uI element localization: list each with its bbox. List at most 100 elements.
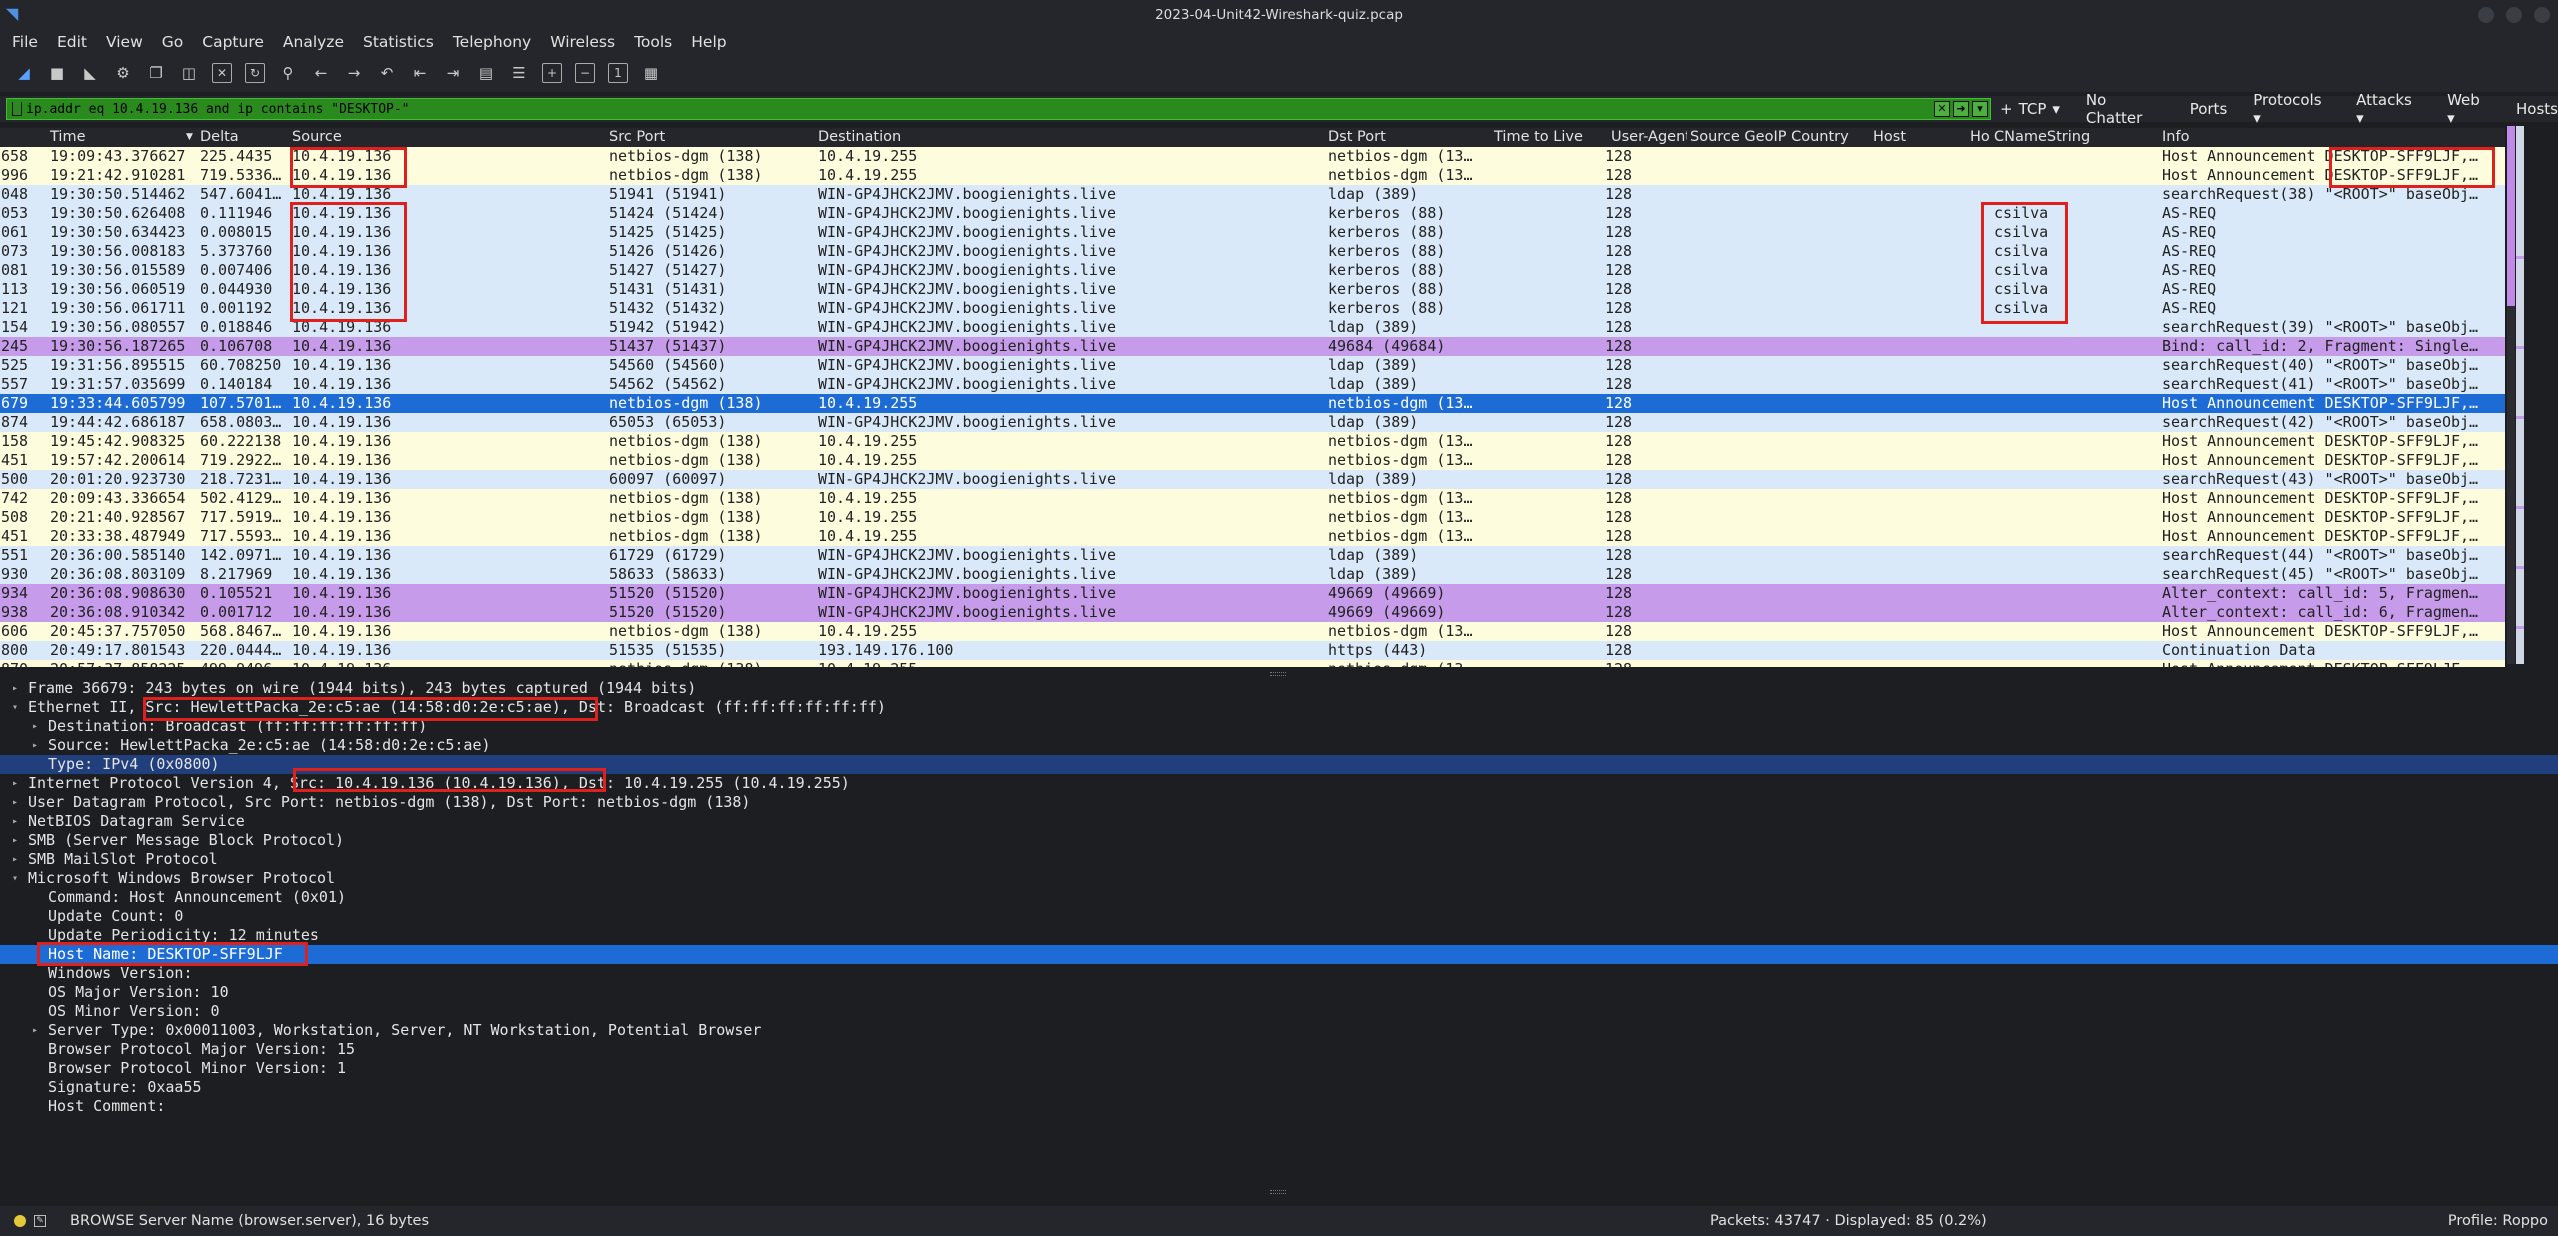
table-row[interactable]: 508 20:21:40.928567 717.5919… 10.4.19.136 ne… [0, 508, 2505, 527]
reload-file-icon[interactable]: ↻ [245, 63, 265, 83]
col-host[interactable]: Host [1873, 129, 1906, 145]
restart-capture-icon[interactable]: ◣ [80, 63, 100, 83]
web-button[interactable]: Web ▾ [2447, 91, 2490, 127]
table-row[interactable]: 245 19:30:56.187265 0.106708 10.4.19.136 514… [0, 337, 2505, 356]
bookmark-icon[interactable] [12, 102, 22, 116]
expand-arrow-icon[interactable]: ▸ [32, 1021, 42, 1040]
table-row[interactable]: 800 20:49:17.801543 220.0444… 10.4.19.136 51… [0, 641, 2505, 660]
table-row[interactable]: 606 20:45:37.757050 568.8467… 10.4.19.136 ne… [0, 622, 2505, 641]
stop-capture-icon[interactable]: ■ [47, 63, 67, 83]
col-geoip[interactable]: Source GeoIP Country [1690, 129, 1849, 145]
table-row[interactable]: 451 20:33:38.487949 717.5593… 10.4.19.136 ne… [0, 527, 2505, 546]
table-row[interactable]: 048 19:30:50.514462 547.6041… 10.4.19.136 51… [0, 185, 2505, 204]
table-row[interactable]: 658 19:09:43.376627 225.4435 10.4.19.136 net… [0, 147, 2505, 166]
start-capture-fin-icon[interactable]: ◢ [14, 63, 34, 83]
menu-telephony[interactable]: Telephony [453, 33, 531, 51]
expand-arrow-icon[interactable]: ▸ [32, 717, 42, 736]
attacks-button[interactable]: Attacks ▾ [2356, 91, 2421, 127]
menu-view[interactable]: View [106, 33, 143, 51]
hosts-button[interactable]: Hosts [2516, 100, 2558, 118]
expand-arrow-icon[interactable]: ▸ [12, 793, 22, 812]
tree-item[interactable]: Host Name: DESKTOP-SFF9LJF [0, 945, 2558, 964]
pane-splitter[interactable] [0, 669, 2558, 677]
expand-arrow-icon[interactable]: ▸ [12, 774, 22, 793]
tree-item[interactable]: Command: Host Announcement (0x01) [0, 888, 2558, 907]
scrollbar-thumb[interactable] [2507, 126, 2515, 306]
protocols-button[interactable]: Protocols ▾ [2253, 91, 2330, 127]
pane-splitter[interactable] [0, 1187, 2558, 1195]
table-row[interactable]: 938 20:36:08.910342 0.001712 10.4.19.136 515… [0, 603, 2505, 622]
table-row[interactable]: 874 19:44:42.686187 658.0803… 10.4.19.136 65… [0, 413, 2505, 432]
maximize-button[interactable] [2506, 7, 2522, 23]
last-packet-icon[interactable]: ⇥ [443, 63, 463, 83]
tree-item[interactable]: ▸ SMB MailSlot Protocol [0, 850, 2558, 869]
tree-item[interactable]: ▾ Microsoft Windows Browser Protocol [0, 869, 2558, 888]
col-source[interactable]: Source [292, 129, 342, 145]
table-row[interactable]: 121 19:30:56.061711 0.001192 10.4.19.136 514… [0, 299, 2505, 318]
tree-item[interactable]: ▸ Server Type: 0x00011003, Workstation, S… [0, 1021, 2558, 1040]
tree-item[interactable]: ▸ User Datagram Protocol, Src Port: netbi… [0, 793, 2558, 812]
expand-arrow-icon[interactable]: ▸ [12, 679, 22, 698]
menu-help[interactable]: Help [691, 33, 726, 51]
menu-go[interactable]: Go [162, 33, 184, 51]
col-user-agent[interactable]: User-Agent [1611, 129, 1687, 145]
status-profile[interactable]: Profile: Roppo [2448, 1213, 2548, 1229]
table-row[interactable]: 158 19:45:42.908325 60.222138 10.4.19.136 ne… [0, 432, 2505, 451]
first-packet-icon[interactable]: ⇤ [410, 63, 430, 83]
tree-item[interactable]: ▸ NetBIOS Datagram Service [0, 812, 2558, 831]
tree-item[interactable]: ▾ Ethernet II, Src: HewlettPacka_2e:c5:ae… [0, 698, 2558, 717]
tree-item[interactable]: ▸ Internet Protocol Version 4, Src: 10.4.… [0, 774, 2558, 793]
expert-info-indicator-icon[interactable] [14, 1215, 26, 1227]
tree-item[interactable]: ▸ SMB (Server Message Block Protocol) [0, 831, 2558, 850]
col-cname[interactable]: CNameString [1994, 129, 2090, 145]
tree-item[interactable]: Type: IPv4 (0x0800) [0, 755, 2558, 774]
expand-arrow-icon[interactable]: ▾ [12, 698, 22, 717]
display-filter-input[interactable] [26, 101, 1926, 117]
menu-analyze[interactable]: Analyze [283, 33, 344, 51]
colorize-icon[interactable]: ☰ [509, 63, 529, 83]
table-row[interactable]: 061 19:30:50.634423 0.008015 10.4.19.136 514… [0, 223, 2505, 242]
tree-item[interactable]: OS Major Version: 10 [0, 983, 2558, 1002]
find-packet-search-icon[interactable]: ⚲ [278, 63, 298, 83]
tree-item[interactable]: Browser Protocol Major Version: 15 [0, 1040, 2558, 1059]
clear-filter-icon[interactable]: ✕ [1934, 101, 1950, 117]
tree-item[interactable]: ▸ Frame 36679: 243 bytes on wire (1944 bi… [0, 679, 2558, 698]
col-ttl[interactable]: Time to Live [1494, 129, 1583, 145]
table-row[interactable]: 525 19:31:56.895515 60.708250 10.4.19.136 54… [0, 356, 2505, 375]
table-row[interactable]: 073 19:30:56.008183 5.373760 10.4.19.136 514… [0, 242, 2505, 261]
zoom-in-icon[interactable]: + [542, 63, 562, 83]
close-file-icon[interactable]: ✕ [212, 63, 232, 83]
edit-comment-icon[interactable]: ✎ [34, 1215, 46, 1227]
table-row[interactable]: 451 19:57:42.200614 719.2922… 10.4.19.136 ne… [0, 451, 2505, 470]
filter-history-chevron-icon[interactable]: ▾ [1972, 101, 1988, 117]
table-row[interactable]: 934 20:36:08.908630 0.105521 10.4.19.136 515… [0, 584, 2505, 603]
go-back-arrow-icon[interactable]: ← [311, 63, 331, 83]
go-to-packet-icon[interactable]: ↶ [377, 63, 397, 83]
menu-capture[interactable]: Capture [202, 33, 264, 51]
no-chatter-button[interactable]: No Chatter [2086, 91, 2164, 127]
table-row[interactable]: 154 19:30:56.080557 0.018846 10.4.19.136 519… [0, 318, 2505, 337]
table-row[interactable]: 053 19:30:50.626408 0.111946 10.4.19.136 514… [0, 204, 2505, 223]
table-row[interactable]: 679 19:33:44.605799 107.5701… 10.4.19.136 ne… [0, 394, 2505, 413]
table-row[interactable]: 500 20:01:20.923730 218.7231… 10.4.19.136 60… [0, 470, 2505, 489]
table-row[interactable]: 557 19:31:57.035699 0.140184 10.4.19.136 545… [0, 375, 2505, 394]
col-delta[interactable]: Delta [200, 129, 239, 145]
col-ho[interactable]: Ho [1970, 129, 1990, 145]
autoscroll-icon[interactable]: ▤ [476, 63, 496, 83]
tree-item[interactable]: Signature: 0xaa55 [0, 1078, 2558, 1097]
packet-minimap[interactable] [2516, 126, 2524, 664]
expand-arrow-icon[interactable]: ▸ [32, 736, 42, 755]
tree-item[interactable]: Windows Version: [0, 964, 2558, 983]
menu-statistics[interactable]: Statistics [363, 33, 434, 51]
col-destination[interactable]: Destination [818, 129, 901, 145]
resize-columns-icon[interactable]: ▦ [641, 63, 661, 83]
col-dst-port[interactable]: Dst Port [1328, 129, 1386, 145]
apply-filter-arrow-icon[interactable]: ➜ [1953, 101, 1969, 117]
close-button[interactable] [2534, 7, 2550, 23]
table-row[interactable]: 87020:57:37.858225499.9496…10.4.19.136 ne… [0, 660, 2505, 667]
tcp-button[interactable]: + TCP ▾ [2000, 100, 2060, 118]
open-file-icon[interactable]: ❐ [146, 63, 166, 83]
table-row[interactable]: 551 20:36:00.585140 142.0971… 10.4.19.136 61… [0, 546, 2505, 565]
expand-arrow-icon[interactable]: ▸ [12, 812, 22, 831]
table-row[interactable]: 996 19:21:42.910281 719.5336… 10.4.19.136 ne… [0, 166, 2505, 185]
